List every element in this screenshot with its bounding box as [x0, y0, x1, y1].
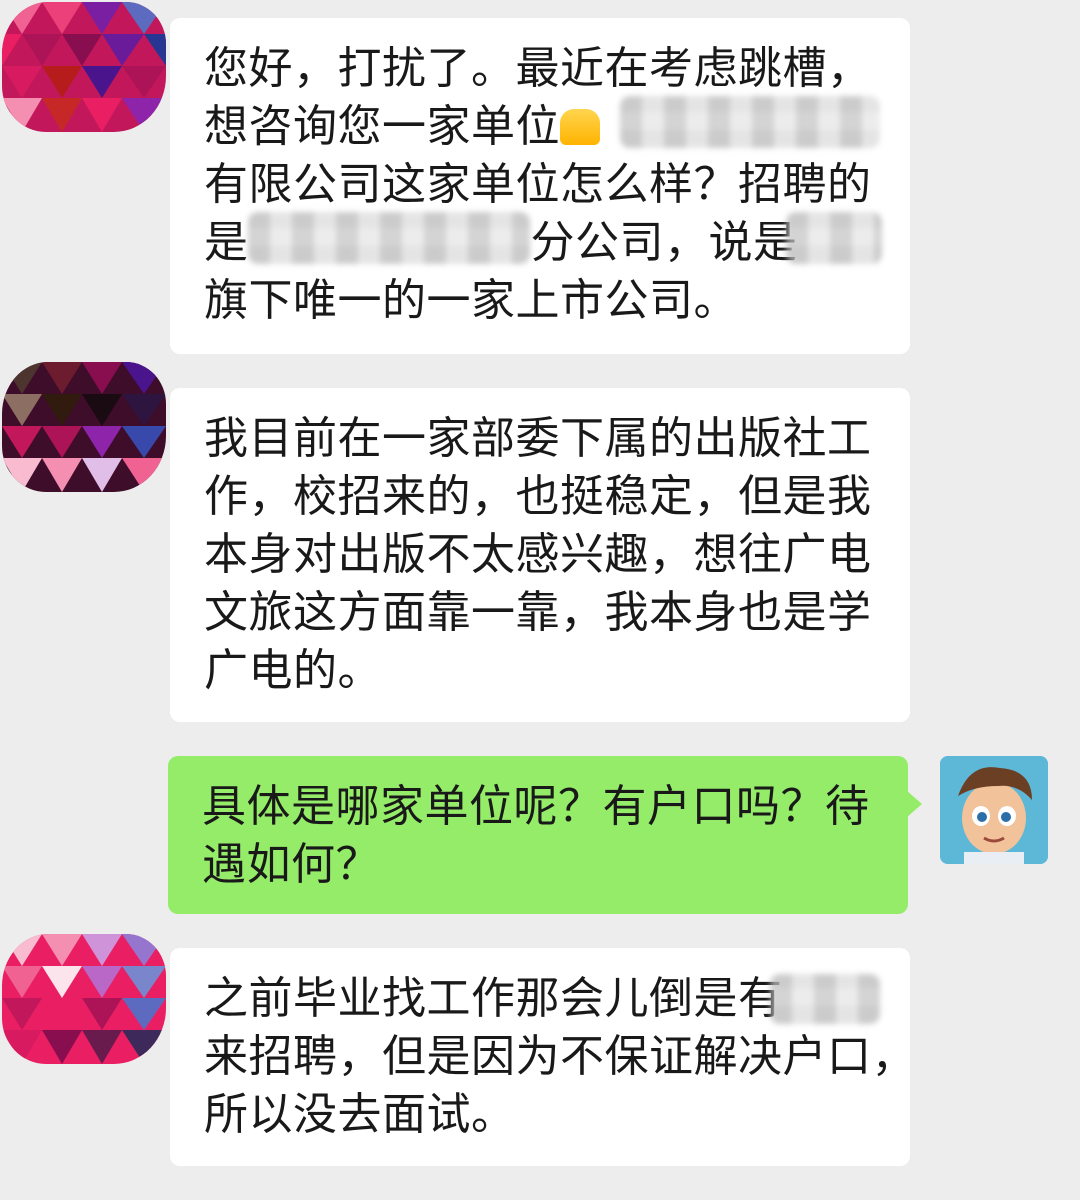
cartoon-avatar-icon: [940, 756, 1048, 864]
avatar-image: [2, 2, 166, 132]
contact-avatar[interactable]: [2, 362, 166, 492]
message-line: 我目前在一家部委下属的出版社工: [204, 413, 872, 464]
message-line: 您好，打扰了。最近在考虑跳槽，: [204, 43, 872, 94]
message-line: 广电的。: [204, 645, 382, 696]
message-line: 具体是哪家单位呢？有户口吗？待: [202, 781, 870, 832]
redacted-region: [248, 212, 530, 264]
message-line: 文旅这方面靠一靠，我本身也是学: [204, 587, 872, 638]
message-line: 作，校招来的，也挺稳定，但是我: [204, 471, 872, 522]
message-bubble-received[interactable]: 您好，打扰了。最近在考虑跳槽， 想咨询您一家单位 有限公司这家单位怎么样？招聘的…: [170, 18, 910, 354]
redacted-region: [786, 212, 882, 264]
redacted-region: [770, 974, 880, 1024]
self-avatar[interactable]: [940, 756, 1048, 864]
message-line: 本身对出版不太感兴趣，想往广电: [204, 529, 872, 580]
message-bubble-received[interactable]: 我目前在一家部委下属的出版社工 作，校招来的，也挺稳定，但是我 本身对出版不太感…: [170, 388, 910, 722]
redacted-region: [620, 96, 880, 148]
pray-emoji-icon: [560, 109, 600, 145]
contact-avatar[interactable]: [2, 934, 166, 1064]
message-text: 分公司，说是: [530, 217, 798, 268]
message-line: 所以没去面试。: [204, 1089, 516, 1140]
contact-avatar[interactable]: [2, 2, 166, 132]
avatar-image: [2, 934, 166, 1064]
message-text: 想咨询您一家单位: [204, 101, 560, 152]
message-line: 遇如何？: [202, 839, 380, 890]
message-bubble-received[interactable]: 之前毕业找工作那会儿倒是有 来招聘，但是因为不保证解决户口， 所以没去面试。: [170, 948, 916, 1166]
avatar-image: [2, 362, 166, 492]
message-text: 是: [204, 217, 249, 268]
message-line: 来招聘，但是因为不保证解决户口，: [204, 1031, 916, 1082]
message-line: 有限公司这家单位怎么样？招聘的: [204, 159, 872, 210]
message-line: 旗下唯一的一家上市公司。: [204, 275, 738, 326]
message-bubble-sent[interactable]: 具体是哪家单位呢？有户口吗？待 遇如何？: [168, 756, 922, 914]
